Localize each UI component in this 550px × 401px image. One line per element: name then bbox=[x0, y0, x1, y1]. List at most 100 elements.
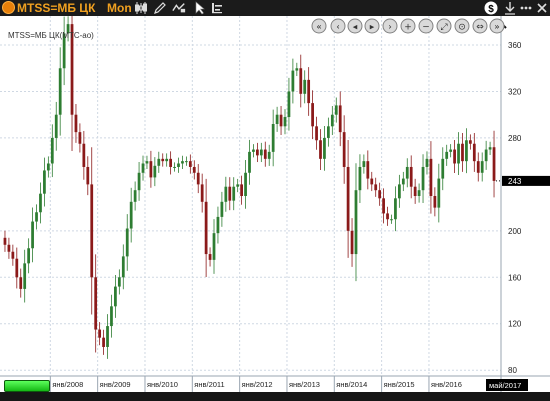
candle-body bbox=[188, 161, 192, 167]
chart-area[interactable]: 80 120 160 200 280 320 360 янв/2008 янв/2009 янв… bbox=[0, 0, 550, 392]
candle-body bbox=[94, 277, 98, 330]
x-tick-label: янв/2010 bbox=[147, 380, 178, 389]
scroll-back-button[interactable]: ‹ bbox=[330, 18, 346, 34]
zoom-in-glyph: + bbox=[404, 23, 412, 33]
candle-body bbox=[54, 114, 58, 138]
candle-body bbox=[31, 221, 34, 249]
candle-body bbox=[453, 149, 456, 164]
currency-icon[interactable]: $ bbox=[484, 1, 498, 15]
candle-body bbox=[216, 216, 220, 234]
symbol-label[interactable]: MTSS=МБ ЦК bbox=[17, 0, 95, 16]
candle-body bbox=[350, 230, 354, 255]
candle-body bbox=[149, 161, 153, 178]
candle-body bbox=[117, 277, 121, 287]
candle-body bbox=[106, 326, 109, 347]
zoom-fit-button[interactable]: ⤢ bbox=[436, 18, 452, 34]
candle-body bbox=[386, 213, 389, 220]
y-axis-ticks: 80 120 160 200 280 320 360 bbox=[508, 41, 522, 375]
scroll-last-glyph: » bbox=[494, 23, 500, 33]
candle-body bbox=[90, 184, 94, 278]
scroll-last-button[interactable]: » bbox=[489, 18, 505, 34]
candle-body bbox=[157, 158, 161, 166]
zoom-in-button[interactable]: + bbox=[400, 18, 416, 34]
download-icon[interactable] bbox=[503, 1, 517, 15]
candle-body bbox=[129, 201, 133, 229]
scroll-first-glyph: « bbox=[316, 23, 322, 33]
candles-icon[interactable] bbox=[134, 1, 148, 15]
candle-body bbox=[362, 161, 366, 167]
candle-body bbox=[114, 286, 117, 307]
candle-body bbox=[244, 172, 247, 196]
candle-body bbox=[74, 114, 78, 133]
chart-navigation[interactable]: « ‹ ◂ ▸ › + − ⤢ ⊙ ⇔ » bbox=[311, 18, 505, 34]
candle-body bbox=[390, 219, 393, 221]
candle-body bbox=[173, 166, 176, 168]
plot-background bbox=[0, 16, 501, 376]
candle-body bbox=[177, 163, 180, 167]
candle-body bbox=[401, 178, 405, 185]
pencil-icon[interactable] bbox=[153, 1, 167, 15]
candle-body bbox=[484, 149, 488, 162]
more-icon[interactable] bbox=[519, 1, 533, 15]
candle-body bbox=[58, 68, 62, 115]
scroll-left-button[interactable]: ◂ bbox=[347, 18, 363, 34]
scroll-right-button[interactable]: ▸ bbox=[364, 18, 380, 34]
candle-body bbox=[425, 158, 429, 167]
x-tick-label: янв/2016 bbox=[431, 380, 462, 389]
candle-body bbox=[19, 277, 23, 289]
x-tick-label: янв/2008 bbox=[52, 380, 83, 389]
candle-body bbox=[78, 132, 82, 144]
candle-body bbox=[271, 124, 275, 152]
candle-body bbox=[110, 306, 113, 327]
drawing-tools-icon[interactable] bbox=[172, 1, 186, 15]
candle-body bbox=[181, 161, 184, 164]
candle-body bbox=[429, 158, 433, 196]
candle-body bbox=[192, 166, 196, 173]
cursor-icon[interactable] bbox=[193, 1, 207, 15]
candle-body bbox=[267, 151, 271, 159]
x-tick-label: янв/2012 bbox=[242, 380, 273, 389]
candle-body bbox=[196, 172, 200, 185]
app-icon[interactable] bbox=[2, 1, 15, 14]
title-bar: MTSS=МБ ЦК Mon $ bbox=[0, 0, 550, 17]
zoom-out-button[interactable]: − bbox=[418, 18, 434, 34]
candle-body bbox=[326, 126, 330, 138]
candle-body bbox=[433, 196, 437, 208]
candle-body bbox=[354, 190, 358, 255]
candle-body bbox=[200, 184, 204, 202]
zoom-reset-button[interactable]: ⊙ bbox=[454, 18, 470, 34]
candle-body bbox=[449, 149, 453, 152]
candle-body bbox=[102, 337, 105, 347]
indicators-icon[interactable] bbox=[210, 1, 224, 15]
candle-body bbox=[476, 161, 480, 173]
candle-body bbox=[141, 163, 145, 173]
candle-body bbox=[311, 103, 314, 127]
candle-body bbox=[169, 158, 173, 167]
candle-body bbox=[279, 114, 283, 127]
y-tick-label: 120 bbox=[508, 320, 522, 329]
last-price-label: 243 bbox=[508, 177, 522, 186]
scroll-first-button[interactable]: « bbox=[311, 18, 327, 34]
svg-text:$: $ bbox=[488, 4, 494, 15]
scroll-left-glyph: ◂ bbox=[353, 23, 358, 33]
scroll-forward-button[interactable]: › bbox=[382, 18, 398, 34]
price-chart[interactable]: 80120160200280320360 янв/2008 янв/2009 янв… bbox=[0, 0, 550, 392]
period-selector[interactable]: Mon bbox=[107, 0, 132, 16]
close-icon[interactable] bbox=[535, 1, 549, 15]
y-tick-label: 80 bbox=[508, 366, 517, 375]
candle-body bbox=[472, 143, 476, 162]
candle-body bbox=[334, 105, 338, 115]
candle-body bbox=[256, 149, 259, 156]
zoom-out-glyph: − bbox=[422, 23, 430, 33]
candle-body bbox=[7, 244, 11, 252]
zoom-reset-glyph: ⊙ bbox=[458, 23, 466, 33]
history-scroll-bar[interactable] bbox=[4, 380, 50, 392]
candle-body bbox=[35, 212, 38, 222]
candle-body bbox=[15, 258, 19, 278]
zoom-fit-glyph: ⤢ bbox=[439, 23, 447, 33]
candle-body bbox=[461, 143, 464, 162]
candle-body bbox=[468, 140, 472, 144]
candle-body bbox=[445, 151, 449, 159]
stretch-button[interactable]: ⇔ bbox=[472, 18, 488, 34]
candle-body bbox=[153, 165, 157, 178]
